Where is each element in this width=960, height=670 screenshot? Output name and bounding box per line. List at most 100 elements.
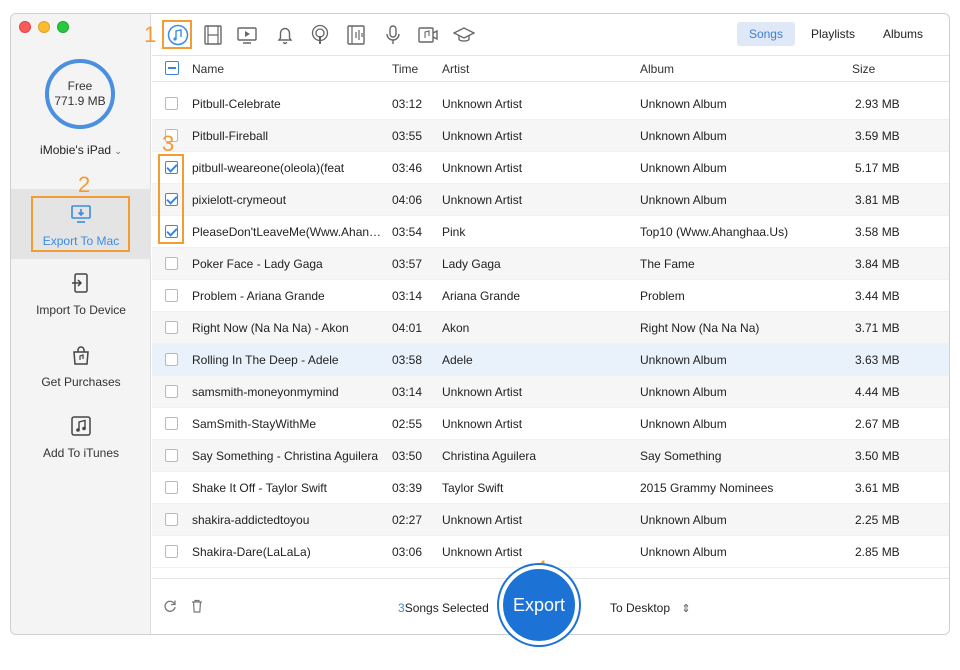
song-size: 2.85 MB	[855, 545, 900, 559]
table-row[interactable]: samsmith-moneyonmymind 03:14 Unknown Artis…	[152, 376, 949, 408]
destination-selector[interactable]: To Desktop ⇕	[610, 601, 691, 615]
window-controls	[19, 21, 69, 33]
table-row[interactable]: SamSmith-StayWithMe 02:55 Unknown Artist Un…	[152, 408, 949, 440]
song-name: Shake It Off - Taylor Swift	[192, 481, 327, 495]
song-size: 3.84 MB	[855, 257, 900, 271]
table-row[interactable]: Poker Face - Lady Gaga 03:57 Lady Gaga The …	[152, 248, 949, 280]
device-selector[interactable]: iMobie's iPad ⌄	[11, 143, 151, 157]
song-album: Unknown Album	[640, 161, 727, 175]
song-artist: Adele	[442, 353, 473, 367]
song-time: 03:06	[392, 545, 423, 559]
row-checkbox[interactable]	[165, 321, 178, 334]
select-all-checkbox[interactable]	[165, 61, 179, 75]
table-row[interactable]: pitbull-weareone(oleola)(feat 03:46 Unknow…	[152, 152, 949, 184]
sidebar-item-label: Import To Device	[36, 303, 126, 317]
song-time: 03:55	[392, 129, 423, 143]
song-name: Pitbull-Fireball	[192, 129, 269, 143]
storage-ring: Free 771.9 MB	[45, 59, 115, 129]
minimize-window-button[interactable]	[38, 21, 50, 33]
table-row[interactable]: Problem - Ariana Grande 03:14 Ariana Grand…	[152, 280, 949, 312]
category-toolbar: Songs Playlists Albums	[152, 14, 949, 56]
column-header-time[interactable]: Time	[392, 62, 418, 76]
song-size: 3.44 MB	[855, 289, 900, 303]
tab-albums[interactable]: Albums	[871, 22, 935, 46]
audiobook-icon[interactable]	[345, 24, 367, 46]
song-time: 03:46	[392, 161, 423, 175]
song-list: Pitbull-Celebrate 03:12 Unknown Artist Unkn…	[152, 88, 949, 580]
song-time: 04:01	[392, 321, 423, 335]
row-checkbox[interactable]	[165, 385, 178, 398]
song-size: 3.61 MB	[855, 481, 900, 495]
song-album: 2015 Grammy Nominees	[640, 481, 774, 495]
app-window: Free 771.9 MB iMobie's iPad ⌄ Export To …	[10, 13, 950, 635]
song-time: 03:50	[392, 449, 423, 463]
sidebar-item-import-to-device[interactable]: Import To Device	[11, 272, 151, 317]
song-time: 03:58	[392, 353, 423, 367]
song-size: 2.93 MB	[855, 97, 900, 111]
selected-count: 3	[398, 601, 405, 615]
chevron-down-icon: ⌄	[114, 146, 122, 156]
song-album: Problem	[640, 289, 685, 303]
song-time: 02:27	[392, 513, 423, 527]
song-album: Unknown Album	[640, 417, 727, 431]
callout-three: 3	[162, 131, 175, 156]
refresh-icon[interactable]	[163, 599, 177, 613]
sidebar-item-get-purchases[interactable]: Get Purchases	[11, 344, 151, 389]
row-checkbox[interactable]	[165, 257, 178, 270]
song-name: Problem - Ariana Grande	[192, 289, 325, 303]
song-name: Poker Face - Lady Gaga	[192, 257, 323, 271]
bell-icon[interactable]	[274, 24, 296, 46]
table-row[interactable]: Pitbull-Fireball 03:55 Unknown Artist Unkno…	[152, 120, 949, 152]
row-checkbox[interactable]	[165, 353, 178, 366]
column-header-artist[interactable]: Artist	[442, 62, 469, 76]
row-checkbox[interactable]	[165, 289, 178, 302]
sidebar-item-label: Add To iTunes	[42, 446, 120, 460]
row-checkbox[interactable]	[165, 449, 178, 462]
tv-icon[interactable]	[236, 24, 258, 46]
table-row[interactable]: PleaseDon'tLeaveMe(Www.Ahangha... 03:54 Pi…	[152, 216, 949, 248]
column-header-name[interactable]: Name	[192, 62, 224, 76]
song-time: 03:14	[392, 289, 423, 303]
song-artist: Christina Aguilera	[442, 449, 537, 463]
tab-songs[interactable]: Songs	[736, 22, 795, 46]
song-name: PleaseDon'tLeaveMe(Www.Ahangha...	[192, 225, 382, 239]
song-size: 2.25 MB	[855, 513, 900, 527]
row-checkbox[interactable]	[165, 481, 178, 494]
column-header-size[interactable]: Size	[852, 62, 875, 76]
tab-playlists[interactable]: Playlists	[799, 22, 867, 46]
song-size: 3.58 MB	[855, 225, 900, 239]
row-checkbox[interactable]	[165, 545, 178, 558]
callout-one: 1	[144, 22, 157, 47]
column-header-album[interactable]: Album	[640, 62, 674, 76]
sidebar-item-add-to-itunes[interactable]: Add To iTunes	[11, 415, 151, 460]
song-size: 5.17 MB	[855, 161, 900, 175]
table-row[interactable]: Shake It Off - Taylor Swift 03:39 Taylor S…	[152, 472, 949, 504]
table-row[interactable]: Shakira-Dare(LaLaLa) 03:06 Unknown Artist U…	[152, 536, 949, 568]
zoom-window-button[interactable]	[57, 21, 69, 33]
row-checkbox[interactable]	[165, 513, 178, 526]
row-checkbox[interactable]	[165, 417, 178, 430]
graduation-cap-icon[interactable]	[453, 24, 475, 46]
table-row[interactable]: Right Now (Na Na Na) - Akon 04:01 Akon Righ…	[152, 312, 949, 344]
table-row[interactable]: pixielott-crymeout 04:06 Unknown Artist Unk…	[152, 184, 949, 216]
row-checkbox[interactable]	[165, 97, 178, 110]
table-row[interactable]: Say Something - Christina Aguilera 03:50 C…	[152, 440, 949, 472]
song-time: 03:12	[392, 97, 423, 111]
microphone-icon[interactable]	[382, 24, 404, 46]
storage-label: Free	[67, 79, 93, 93]
export-button[interactable]: Export	[499, 565, 579, 645]
shopping-bag-icon	[73, 346, 89, 365]
song-size: 3.81 MB	[855, 193, 900, 207]
music-video-icon[interactable]	[417, 24, 439, 46]
song-size: 3.59 MB	[855, 129, 900, 143]
close-window-button[interactable]	[19, 21, 31, 33]
trash-icon[interactable]	[190, 599, 204, 613]
song-album: Unknown Album	[640, 385, 727, 399]
podcast-icon[interactable]	[309, 24, 331, 46]
table-row[interactable]: Rolling In The Deep - Adele 03:58 Adele Unk…	[152, 344, 949, 376]
table-row[interactable]: Pitbull-Celebrate 03:12 Unknown Artist Unkn…	[152, 88, 949, 120]
film-icon[interactable]	[202, 24, 224, 46]
song-album: Unknown Album	[640, 97, 727, 111]
song-size: 2.67 MB	[855, 417, 900, 431]
table-row[interactable]: shakira-addictedtoyou 02:27 Unknown Artist…	[152, 504, 949, 536]
